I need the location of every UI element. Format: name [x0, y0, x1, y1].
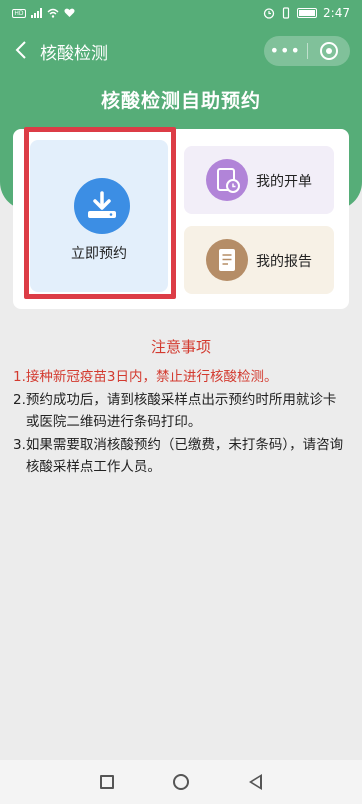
nav-title: 核酸检测 — [40, 44, 108, 64]
notice-item: 3. 如果需要取消核酸预约（已缴费，未打条码），请咨询核酸采样点工作人员。 — [13, 437, 344, 475]
system-back-icon[interactable] — [249, 774, 263, 790]
notice-item: 1. 接种新冠疫苗3日内，禁止进行核酸检测。 — [13, 369, 278, 385]
close-mini-program-button[interactable] — [308, 42, 351, 60]
alarm-icon — [263, 8, 275, 19]
recent-apps-icon[interactable] — [99, 775, 114, 789]
my-reports-label: 我的报告 — [256, 254, 312, 270]
notice-list: 1. 接种新冠疫苗3日内，禁止进行核酸检测。 2. 预约成功后，请到核酸采样点出… — [13, 366, 349, 479]
notice-title: 注意事项 — [150, 338, 211, 356]
my-orders-label: 我的开单 — [256, 174, 312, 190]
battery-icon — [297, 8, 318, 18]
notice-item: 2. 预约成功后，请到核酸采样点出示预约时所用就诊卡或医院二维码进行条码打印。 — [13, 392, 337, 430]
mini-program-capsule: ••• — [264, 36, 350, 66]
page-title: 核酸检测自助预约 — [100, 90, 261, 112]
nav-bar: 核酸检测 ••• — [0, 28, 362, 72]
highlight-frame — [24, 127, 176, 299]
my-orders-button[interactable]: 我的开单 — [184, 146, 334, 214]
more-dots-icon[interactable]: ••• — [264, 36, 307, 66]
hd-icon: HD — [12, 8, 26, 18]
status-bar: HD 2:47 — [0, 0, 362, 28]
home-icon[interactable] — [173, 774, 190, 790]
vibrate-icon — [282, 7, 290, 19]
clock-document-icon — [206, 159, 248, 201]
signal-icon — [31, 8, 42, 18]
heart-icon — [64, 8, 75, 17]
wifi-icon — [47, 8, 59, 18]
my-reports-button[interactable]: 我的报告 — [184, 226, 334, 294]
system-nav-bar — [0, 760, 362, 804]
back-arrow-icon[interactable] — [12, 38, 32, 62]
status-time: 2:47 — [323, 6, 350, 20]
report-document-icon — [206, 239, 248, 281]
target-close-icon — [319, 42, 338, 60]
